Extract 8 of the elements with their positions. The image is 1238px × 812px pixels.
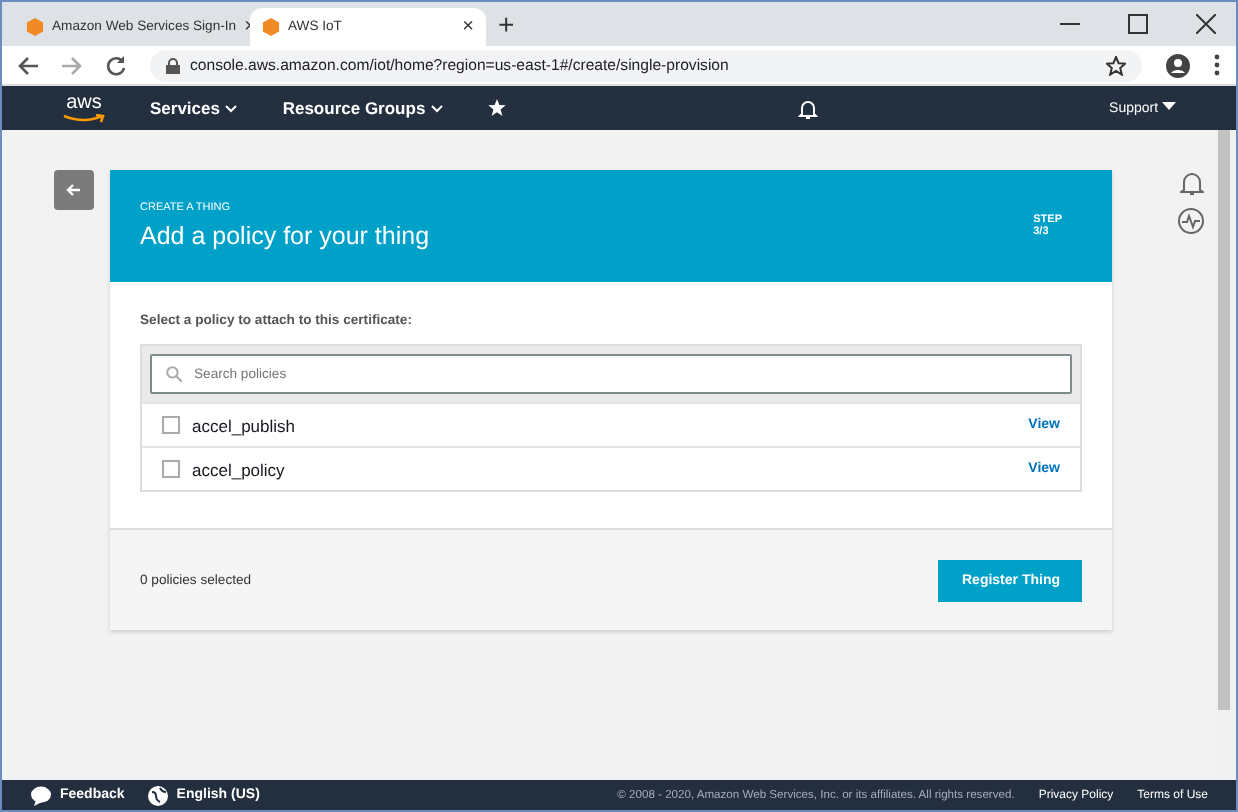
nav-menu[interactable]: Services <box>150 98 239 118</box>
new-tab-button[interactable]: + <box>498 8 515 40</box>
nav-menu[interactable]: Resource Groups <box>282 98 445 118</box>
page-title: Add a policy for your thing <box>140 222 430 250</box>
policy-name: accel_publish <box>192 415 298 435</box>
aws-logo[interactable]: aws <box>62 93 106 123</box>
close-tab-button[interactable]: × <box>462 16 474 38</box>
policy-name: accel_policy <box>192 459 287 479</box>
